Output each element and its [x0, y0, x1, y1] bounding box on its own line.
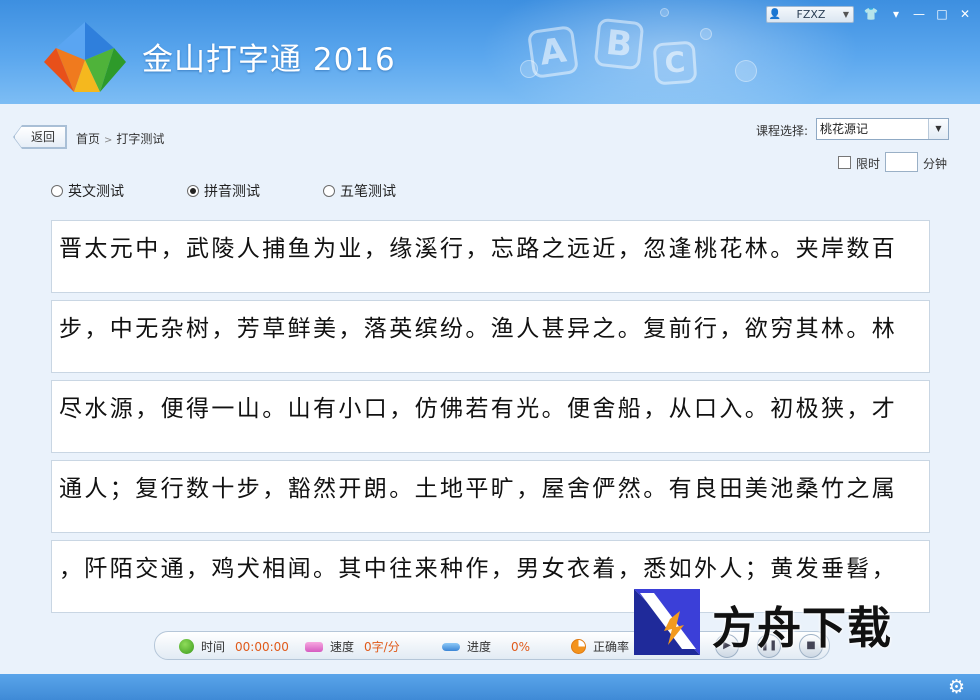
shirt-icon: 👕	[863, 7, 879, 21]
back-button[interactable]: 返回	[14, 126, 66, 148]
breadcrumb-separator: >	[104, 135, 113, 146]
decor-bubble	[735, 60, 757, 82]
breadcrumb-current: 打字测试	[116, 132, 165, 146]
speed-icon	[305, 641, 323, 652]
user-name: FZXZ	[796, 8, 826, 21]
radio-english-label: 英文测试	[68, 184, 124, 200]
course-select[interactable]: 桃花源记 ▼	[816, 118, 949, 140]
status-progress-label: 进度	[467, 640, 492, 654]
maximize-button[interactable]: □	[931, 5, 953, 23]
settings-button[interactable]: ⚙	[948, 676, 965, 698]
radio-english-test[interactable]: 英文测试	[51, 181, 124, 201]
chevron-down-icon: ▼	[842, 10, 850, 19]
status-speed: 速度 0字/分	[305, 638, 400, 655]
watermark-text: 方舟下载	[712, 603, 892, 654]
status-progress-value: 0%	[511, 639, 531, 654]
radio-circle	[51, 185, 63, 197]
accuracy-icon	[571, 639, 586, 654]
radio-pinyin-label: 拼音测试	[204, 184, 260, 200]
radio-circle	[323, 185, 335, 197]
user-menu[interactable]: 👤 FZXZ ▼	[766, 6, 854, 23]
decor-bubble	[660, 8, 669, 17]
course-label: 课程选择:	[756, 124, 809, 138]
radio-pinyin-test[interactable]: 拼音测试	[187, 181, 260, 201]
status-accuracy-label: 正确率	[593, 640, 630, 654]
typing-line-text: 尽水源，便得一山。山有小口，仿佛若有光。便舍船，从口入。初极狭，才	[59, 396, 898, 422]
progress-icon	[442, 642, 460, 651]
title-bar: A B C 金山打字通 2016 👤 FZXZ ▼ 👕 ▾ — □ ✕	[0, 0, 980, 104]
close-button[interactable]: ✕	[954, 5, 976, 23]
app-title: 金山打字通 2016	[142, 42, 396, 78]
radio-wubi-label: 五笔测试	[340, 184, 396, 200]
bottom-bar	[0, 674, 980, 700]
app-logo-icon	[44, 22, 126, 92]
typing-line-2[interactable]: 步，中无杂树，芳草鲜美，落英缤纷。渔人甚异之。复前行，欲穷其林。林	[51, 300, 930, 373]
breadcrumb: 首页 > 打字测试	[76, 130, 164, 147]
breadcrumb-home[interactable]: 首页	[76, 132, 100, 146]
status-accuracy: 正确率	[571, 638, 629, 655]
status-time-label: 时间	[201, 640, 226, 654]
radio-wubi-test[interactable]: 五笔测试	[323, 181, 396, 201]
minimize-button[interactable]: —	[908, 5, 930, 23]
typing-line-text: 步，中无杂树，芳草鲜美，落英缤纷。渔人甚异之。复前行，欲穷其林。林	[59, 316, 898, 342]
typing-line-text: 晋太元中，武陵人捕鱼为业，缘溪行，忘路之远近，忽逢桃花林。夹岸数百	[59, 236, 898, 262]
decor-letter-a: A	[526, 25, 580, 79]
gear-icon: ⚙	[948, 676, 966, 698]
skin-button[interactable]: 👕	[860, 5, 882, 23]
close-icon: ✕	[959, 7, 971, 21]
status-time-value: 00:00:00	[235, 639, 289, 654]
typing-line-1[interactable]: 晋太元中，武陵人捕鱼为业，缘溪行，忘路之远近，忽逢桃花林。夹岸数百	[51, 220, 930, 293]
decor-letter-b: B	[593, 17, 645, 71]
dropdown-arrow-icon[interactable]: ▼	[928, 119, 948, 139]
user-icon: 👤	[768, 9, 782, 20]
decor-letter-c: C	[652, 40, 698, 86]
radio-circle-selected	[187, 185, 199, 197]
status-time: 时间 00:00:00	[179, 638, 289, 655]
minimize-icon: —	[913, 7, 925, 21]
time-limit-label: 限时	[856, 157, 881, 171]
typing-line-text: 通人；复行数十步，豁然开朗。土地平旷，屋舍俨然。有良田美池桑竹之属	[59, 476, 898, 502]
time-limit-checkbox[interactable]	[838, 156, 851, 169]
typing-line-3[interactable]: 尽水源，便得一山。山有小口，仿佛若有光。便舍船，从口入。初极狭，才	[51, 380, 930, 453]
typing-line-text: ，阡陌交通，鸡犬相闻。其中往来种作，男女衣着，悉如外人；黄发垂髫，	[59, 556, 898, 582]
maximize-icon: □	[936, 7, 948, 21]
time-limit-input[interactable]	[885, 152, 918, 172]
watermark-logo-icon	[634, 589, 700, 655]
status-speed-label: 速度	[330, 640, 355, 654]
status-speed-value: 0字/分	[364, 640, 400, 654]
minute-unit-label: 分钟	[923, 157, 948, 171]
menu-icon: ▾	[892, 7, 900, 21]
typing-line-4[interactable]: 通人；复行数十步，豁然开朗。土地平旷，屋舍俨然。有良田美池桑竹之属	[51, 460, 930, 533]
decor-bubble	[700, 28, 712, 40]
menu-button[interactable]: ▾	[885, 5, 907, 23]
course-selected-value: 桃花源记	[820, 122, 869, 136]
status-progress: 进度 0%	[442, 638, 530, 655]
clock-icon	[179, 639, 194, 654]
